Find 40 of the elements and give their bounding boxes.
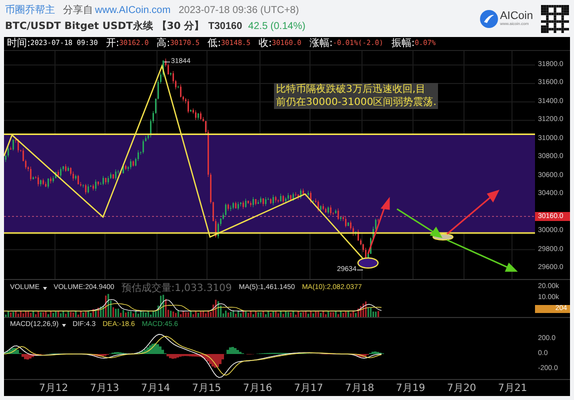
price-change: 42.5 (0.14%): [248, 20, 306, 34]
ohlc-label: 收:: [258, 37, 272, 51]
annotation-note-line: 比特币隔夜跌破3万后迅速收回,目: [276, 83, 427, 96]
date-axis-label: 7月14: [141, 382, 172, 396]
leader-line: [164, 60, 170, 64]
share-datetime: 2023-07-18 09:36 (UTC+8): [178, 4, 299, 18]
ohlc-label: 低:: [208, 37, 221, 51]
ohlc-label: 开:: [106, 37, 120, 51]
date-axis-label: 7月17: [294, 382, 324, 396]
ohlc-label: 振幅:: [391, 37, 415, 51]
date-axis-label: 7月16: [243, 382, 274, 396]
date-axis-label: 7月19: [396, 382, 426, 396]
date-axis-label: 7月12: [39, 382, 70, 396]
date-axis-label: 7月21: [498, 382, 528, 396]
caret-icon: [62, 324, 66, 327]
symbol-title: BTC/USDT Bitget USDT永续: [5, 19, 153, 34]
volume-estimate: 预估成交量:1,033.3109: [121, 282, 232, 296]
date-axis-label: 7月20: [447, 382, 478, 396]
author-link[interactable]: 币圈乔帮主: [5, 3, 55, 18]
leader-line: [357, 268, 364, 272]
date-axis-label: 7月13: [90, 382, 120, 396]
caret-icon: [42, 287, 47, 290]
down-arrow: [396, 208, 442, 238]
annotation-note-line: 前仍在30000-31000区间弱势震荡.: [276, 96, 436, 109]
ohlc-label: 时间:: [7, 36, 30, 51]
brand-name: AICoin: [500, 11, 533, 22]
logo-icon: [480, 10, 498, 28]
qr-code-drawing: [541, 4, 569, 32]
interval-label: 【30 分】: [156, 20, 204, 34]
date-axis-label: 7月18: [345, 382, 376, 396]
up-arrow: [446, 190, 500, 235]
last-price: T30160: [208, 20, 242, 34]
share-link[interactable]: www.AICoin.com: [95, 3, 171, 18]
share-label: 分享自: [63, 4, 93, 18]
up-arrow: [367, 196, 390, 254]
ohlc-label: 高:: [156, 36, 170, 51]
ohlc-label: 涨幅:: [309, 36, 333, 51]
low-marker-ellipse: [357, 257, 379, 269]
date-axis-label: 7月15: [192, 382, 222, 396]
down-arrow: [446, 239, 518, 272]
